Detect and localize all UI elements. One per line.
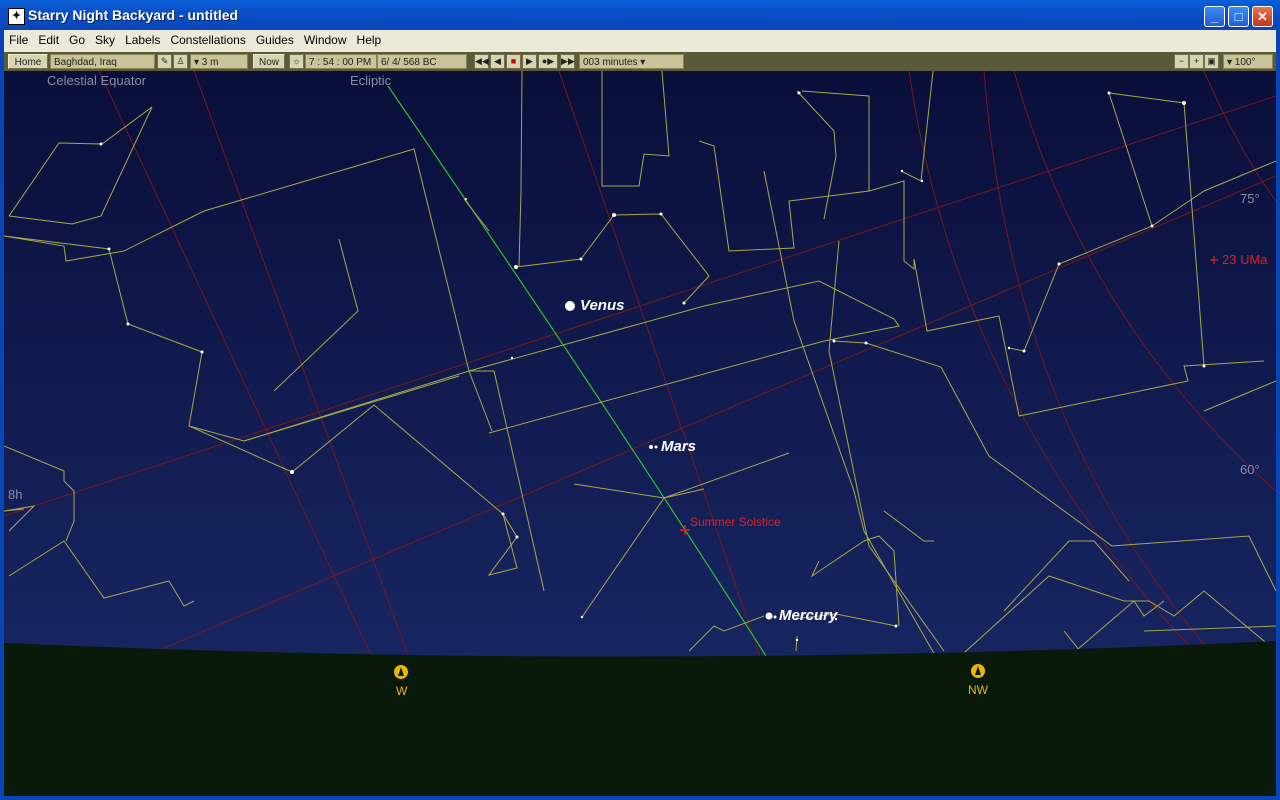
menu-file[interactable]: File xyxy=(4,30,33,47)
stop-icon[interactable]: ■ xyxy=(506,54,521,69)
venus-label[interactable]: Venus xyxy=(580,297,624,314)
location-tool-icon[interactable]: ✎ xyxy=(157,54,172,69)
menu-sky[interactable]: Sky xyxy=(90,30,120,47)
zoom-in-icon[interactable]: + xyxy=(1189,54,1204,69)
menu-go[interactable]: Go xyxy=(64,30,90,47)
compass-w-label: W xyxy=(396,684,408,698)
mercury-label[interactable]: Mercury xyxy=(779,607,837,624)
app-icon[interactable]: ✦ xyxy=(8,8,25,25)
menu-constellations[interactable]: Constellations xyxy=(165,30,250,47)
mars-marker[interactable] xyxy=(649,445,653,449)
window-frame-bottom[interactable] xyxy=(0,796,1280,800)
step-back-icon[interactable]: ◀ xyxy=(490,54,505,69)
minimize-button[interactable]: _ xyxy=(1204,6,1225,27)
control-toolbar: Home Baghdad, Iraq ✎ ♙ ▾ 3 m Now ☼ 7 : 5… xyxy=(4,52,1276,71)
fov-dropdown[interactable]: ▾ 100° xyxy=(1223,54,1273,69)
compass-nw-marker[interactable] xyxy=(971,664,985,678)
home-button[interactable]: Home xyxy=(8,54,48,69)
dec-75-label: 75° xyxy=(1240,191,1260,206)
time-step-dropdown[interactable]: 003 minutes ▾ xyxy=(579,54,684,69)
zoom-out-icon[interactable]: − xyxy=(1174,54,1189,69)
maximize-button[interactable]: □ xyxy=(1228,6,1249,27)
elevation-dropdown[interactable]: ▾ 3 m xyxy=(190,54,248,69)
ecliptic-label: Ecliptic xyxy=(350,73,392,88)
sun-icon[interactable]: ☼ xyxy=(289,54,304,69)
mercury-marker[interactable] xyxy=(765,612,773,620)
time-field[interactable]: 7 : 54 : 00 PM xyxy=(305,54,377,69)
window-frame-right xyxy=(1276,30,1280,800)
observer-icon[interactable]: ♙ xyxy=(173,54,188,69)
menu-guides[interactable]: Guides xyxy=(251,30,299,47)
star-23uma-label[interactable]: 23 UMa xyxy=(1222,252,1268,267)
app-window: ✦ Starry Night Backyard - untitled _ □ ✕… xyxy=(0,0,1280,800)
menu-help[interactable]: Help xyxy=(352,30,387,47)
window-title: Starry Night Backyard - untitled xyxy=(28,7,239,23)
menu-edit[interactable]: Edit xyxy=(33,30,64,47)
play-icon[interactable]: ▶ xyxy=(522,54,537,69)
title-bar[interactable]: ✦ Starry Night Backyard - untitled _ □ ✕ xyxy=(0,0,1280,30)
sky-view[interactable]: Celestial Equator Ecliptic 75° 60° 8h 23… xyxy=(4,71,1276,796)
step-forward-icon[interactable]: ▶▶ xyxy=(560,54,575,69)
mercury-moon-marker xyxy=(773,615,777,619)
ra-8h-label: 8h xyxy=(8,487,23,502)
close-button[interactable]: ✕ xyxy=(1252,6,1273,27)
celestial-equator-label: Celestial Equator xyxy=(47,73,146,88)
menu-bar: File Edit Go Sky Labels Constellations Guides W… xyxy=(4,30,1276,53)
mars-moon-marker xyxy=(654,445,658,449)
venus-marker[interactable] xyxy=(565,301,575,311)
location-field[interactable]: Baghdad, Iraq xyxy=(50,54,155,69)
mars-label[interactable]: Mars xyxy=(661,438,696,455)
summer-solstice-label[interactable]: Summer Solstice xyxy=(690,515,781,529)
window-frame-left xyxy=(0,30,4,800)
play-fast-icon[interactable]: ●▶ xyxy=(538,54,558,69)
date-field[interactable]: 6/ 4/ 568 BC xyxy=(377,54,467,69)
compass-w-marker[interactable] xyxy=(394,665,408,679)
menu-labels[interactable]: Labels xyxy=(120,30,165,47)
horizon-ground xyxy=(4,641,1276,796)
menu-window[interactable]: Window xyxy=(299,30,352,47)
compass-nw-label: NW xyxy=(968,683,988,697)
now-button[interactable]: Now xyxy=(253,54,285,69)
step-back-fast-icon[interactable]: ◀◀ xyxy=(474,54,489,69)
zoom-box-icon[interactable]: ▣ xyxy=(1204,54,1219,69)
sky-chart[interactable] xyxy=(4,71,1276,796)
dec-60-label: 60° xyxy=(1240,462,1260,477)
